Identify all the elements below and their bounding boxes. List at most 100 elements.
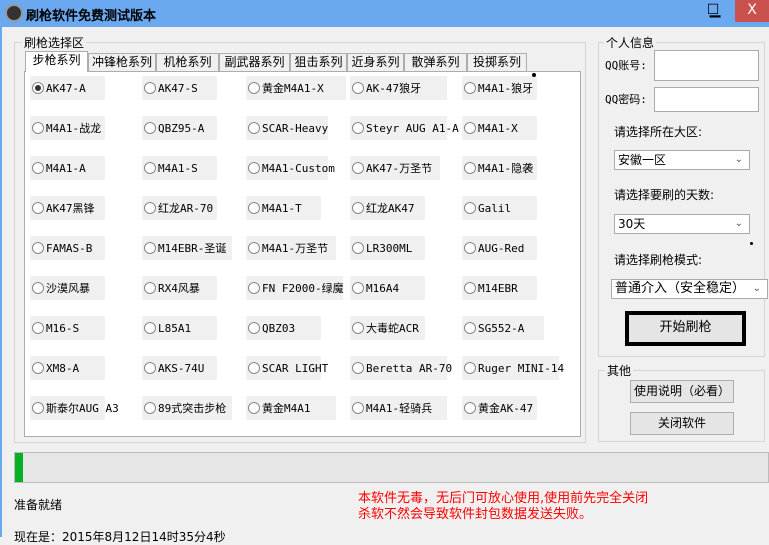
radio-button[interactable] — [248, 82, 260, 94]
radio-button[interactable] — [464, 82, 476, 94]
weapon-radio[interactable]: 89式突击步枪 — [142, 396, 232, 420]
radio-button[interactable] — [144, 82, 156, 94]
weapon-radio[interactable]: FN F2000-绿魔 — [246, 276, 344, 300]
radio-button[interactable] — [464, 122, 476, 134]
radio-button[interactable] — [32, 402, 44, 414]
weapon-radio[interactable]: AK47-万圣节 — [350, 156, 440, 180]
radio-button[interactable] — [248, 202, 260, 214]
weapon-radio[interactable]: M4A1-X — [462, 116, 537, 140]
weapon-radio[interactable]: AK47-A — [30, 76, 105, 100]
mode-select[interactable]: 普通介入（安全稳定） ⌄ — [611, 279, 768, 299]
weapon-radio[interactable]: XM8-A — [30, 356, 105, 380]
tab-5[interactable]: 近身系列 — [347, 53, 404, 72]
weapon-radio[interactable]: M4A1-轻骑兵 — [350, 396, 447, 420]
radio-button[interactable] — [32, 162, 44, 174]
weapon-radio[interactable]: 沙漠风暴 — [30, 276, 105, 300]
weapon-radio[interactable]: Beretta AR-70 — [350, 356, 452, 380]
weapon-radio[interactable]: L85A1 — [142, 316, 217, 340]
radio-button[interactable] — [32, 362, 44, 374]
weapon-radio[interactable]: Ruger MINI-14 — [462, 356, 564, 380]
weapon-radio[interactable]: QBZ03 — [246, 316, 321, 340]
weapon-radio[interactable]: M4A1-战龙 — [30, 116, 105, 140]
weapon-radio[interactable]: AKS-74U — [142, 356, 217, 380]
radio-button[interactable] — [144, 162, 156, 174]
radio-button[interactable] — [144, 242, 156, 254]
radio-button[interactable] — [352, 402, 364, 414]
radio-button[interactable] — [248, 282, 260, 294]
weapon-radio[interactable]: Galil — [462, 196, 537, 220]
radio-button[interactable] — [464, 282, 476, 294]
weapon-radio[interactable]: SG552-A — [462, 316, 544, 340]
radio-button[interactable] — [144, 402, 156, 414]
weapon-radio[interactable]: 斯泰尔AUG A3 — [30, 396, 119, 420]
tab-2[interactable]: 机枪系列 — [156, 53, 219, 72]
tab-4[interactable]: 狙击系列 — [290, 53, 347, 72]
radio-button[interactable] — [352, 162, 364, 174]
weapon-radio[interactable]: AK47-S — [142, 76, 217, 100]
tab-3[interactable]: 副武器系列 — [219, 53, 290, 72]
tab-7[interactable]: 投掷系列 — [467, 53, 527, 72]
radio-button[interactable] — [464, 322, 476, 334]
radio-button[interactable] — [352, 282, 364, 294]
close-button[interactable]: X — [735, 0, 769, 22]
tab-6[interactable]: 散弹系列 — [404, 53, 467, 72]
radio-button[interactable] — [248, 242, 260, 254]
days-select[interactable]: 30天 ⌄ — [614, 214, 750, 234]
maximize-button[interactable]: ☐ — [695, 0, 731, 22]
weapon-radio[interactable]: M4A1-T — [246, 196, 321, 220]
radio-button[interactable] — [352, 322, 364, 334]
weapon-radio[interactable]: M14EBR-圣诞 — [142, 236, 232, 260]
weapon-radio[interactable]: M4A1-A — [30, 156, 105, 180]
radio-button[interactable] — [248, 122, 260, 134]
qq-account-input[interactable] — [654, 50, 759, 81]
weapon-radio[interactable]: 黄金AK-47 — [462, 396, 537, 420]
help-button[interactable]: 使用说明（必看） — [630, 380, 734, 403]
qq-password-input[interactable] — [654, 87, 759, 112]
weapon-radio[interactable]: RX4风暴 — [142, 276, 217, 300]
radio-button[interactable] — [144, 322, 156, 334]
weapon-radio[interactable]: 红龙AK47 — [350, 196, 425, 220]
close-app-button[interactable]: 关闭软件 — [630, 412, 734, 435]
weapon-radio[interactable]: FAMAS-B — [30, 236, 105, 260]
weapon-radio[interactable]: QBZ95-A — [142, 116, 217, 140]
weapon-radio[interactable]: 黄金M4A1 — [246, 396, 336, 420]
radio-button[interactable] — [464, 402, 476, 414]
radio-button[interactable] — [464, 362, 476, 374]
radio-button[interactable] — [248, 362, 260, 374]
radio-button[interactable] — [352, 242, 364, 254]
radio-button[interactable] — [352, 362, 364, 374]
radio-button[interactable] — [248, 322, 260, 334]
weapon-radio[interactable]: Steyr AUG A1-A — [350, 116, 459, 140]
radio-button[interactable] — [32, 202, 44, 214]
weapon-radio[interactable]: M4A1-狼牙 — [462, 76, 537, 100]
weapon-radio[interactable]: M4A1-隐袭 — [462, 156, 537, 180]
radio-button[interactable] — [248, 162, 260, 174]
radio-button[interactable] — [352, 122, 364, 134]
weapon-radio[interactable]: SCAR-Heavy — [246, 116, 328, 140]
tab-1[interactable]: 冲锋枪系列 — [88, 53, 156, 72]
weapon-radio[interactable]: AK-47狼牙 — [350, 76, 447, 100]
radio-button[interactable] — [352, 82, 364, 94]
region-select[interactable]: 安徽一区 ⌄ — [614, 150, 750, 170]
weapon-radio[interactable]: 黄金M4A1-X — [246, 76, 346, 100]
weapon-radio[interactable]: M4A1-万圣节 — [246, 236, 336, 260]
radio-button[interactable] — [32, 242, 44, 254]
weapon-radio[interactable]: M4A1-S — [142, 156, 217, 180]
radio-button[interactable] — [144, 202, 156, 214]
weapon-radio[interactable]: 大毒蛇ACR — [350, 316, 425, 340]
weapon-radio[interactable]: AK47黑锋 — [30, 196, 105, 220]
radio-button[interactable] — [464, 242, 476, 254]
weapon-radio[interactable]: M14EBR — [462, 276, 537, 300]
radio-button[interactable] — [32, 82, 44, 94]
radio-button[interactable] — [464, 202, 476, 214]
radio-button[interactable] — [144, 362, 156, 374]
radio-button[interactable] — [352, 202, 364, 214]
radio-button[interactable] — [144, 282, 156, 294]
radio-button[interactable] — [248, 402, 260, 414]
radio-button[interactable] — [144, 122, 156, 134]
weapon-radio[interactable]: AUG-Red — [462, 236, 537, 260]
weapon-radio[interactable]: 红龙AR-70 — [142, 196, 217, 220]
start-button[interactable]: 开始刷枪 — [625, 311, 746, 346]
weapon-radio[interactable]: M16A4 — [350, 276, 425, 300]
radio-button[interactable] — [32, 322, 44, 334]
